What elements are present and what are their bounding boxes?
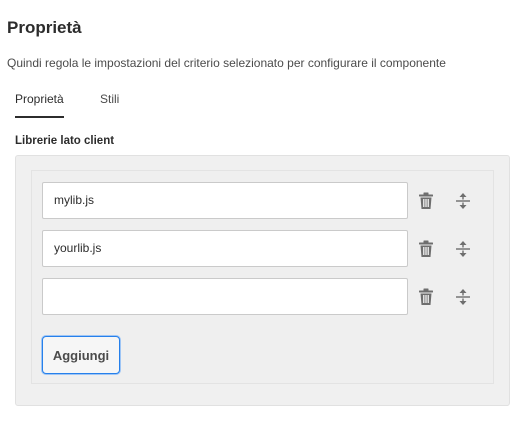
library-row (42, 278, 482, 316)
library-row: mylib.js (42, 182, 482, 220)
add-button[interactable]: Aggiungi (42, 336, 120, 374)
tab-styles[interactable]: Stili (100, 92, 119, 106)
trash-icon[interactable] (416, 191, 436, 211)
selected-tab-indicator (15, 116, 64, 118)
page-title: Proprietà (7, 18, 82, 37)
client-libraries-label: Librerie lato client (15, 135, 115, 147)
trash-icon[interactable] (416, 239, 436, 259)
reorder-icon[interactable] (453, 191, 473, 211)
reorder-icon[interactable] (453, 287, 473, 307)
tab-properties[interactable]: Proprietà (15, 92, 64, 106)
reorder-icon[interactable] (453, 239, 473, 259)
page-description: Quindi regola le impostazioni del criter… (7, 56, 446, 70)
library-row: yourlib.js (42, 230, 482, 268)
library-input[interactable] (42, 278, 408, 315)
tab-list: Proprietà Stili (15, 92, 215, 118)
library-input[interactable]: mylib.js (42, 182, 408, 219)
trash-icon[interactable] (416, 287, 436, 307)
library-input[interactable]: yourlib.js (42, 230, 408, 267)
